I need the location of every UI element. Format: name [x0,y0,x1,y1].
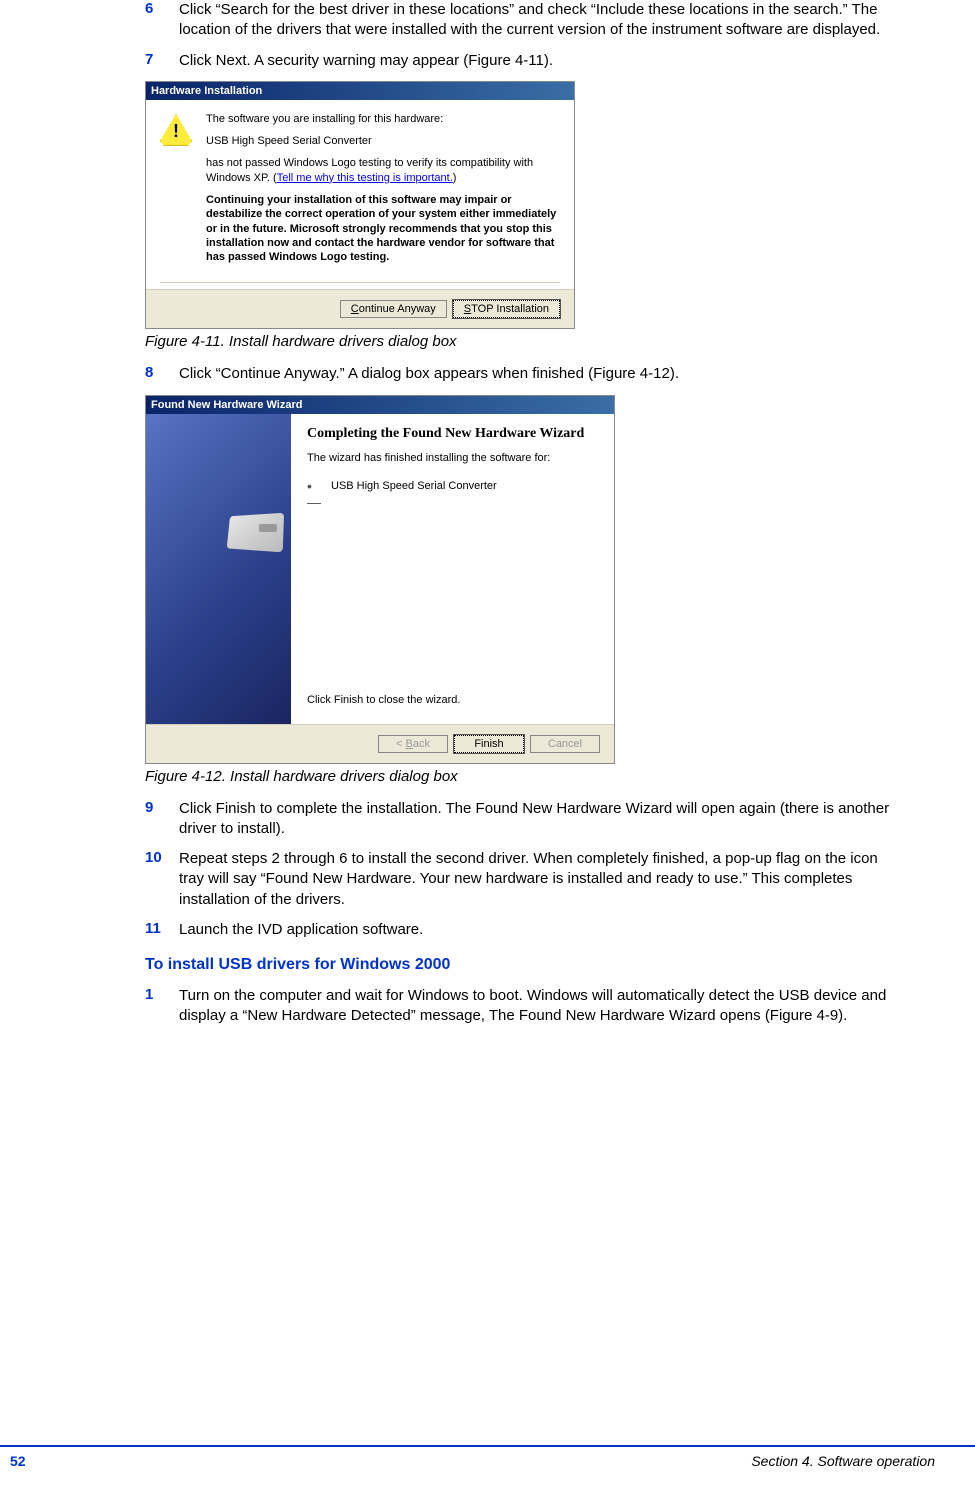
warning-icon [160,114,192,146]
wizard-close-text: Click Finish to close the wizard. [307,694,598,706]
dialog-footer: < Back< Back Finish Cancel [146,724,614,763]
step-text: Turn on the computer and wait for Window… [179,986,895,1027]
figure-4-12: Found New Hardware Wizard Completing the… [145,395,895,764]
dialog-message: The software you are installing for this… [206,112,560,273]
step-number: 11 [145,920,179,937]
dialog-footer: CContinue Anywayontinue Anyway STOP Inst… [146,289,574,328]
page-footer: 52 Section 4. Software operation [0,1445,975,1469]
wizard-sidebar-graphic [146,414,291,724]
dialog-warning-bold: Continuing your installation of this sof… [206,193,560,264]
dialog-line-1: The software you are installing for this… [206,112,560,126]
dialog-body: The software you are installing for this… [146,100,574,290]
step-text: Click Next. A security warning may appea… [179,51,895,71]
dialog-device: USB High Speed Serial Converter [206,134,560,148]
step-7: 7 Click Next. A security warning may app… [145,51,895,71]
hardware-installation-dialog: Hardware Installation The software you a… [145,81,575,330]
step-text: Click “Search for the best driver in the… [179,0,895,41]
section-heading-win2000: To install USB drivers for Windows 2000 [145,956,895,974]
step-number: 8 [145,364,179,381]
step-9: 9 Click Finish to complete the installat… [145,799,895,840]
wizard-subtext: The wizard has finished installing the s… [307,452,598,464]
dialog-title: Found New Hardware Wizard [146,396,614,414]
step-6: 6 Click “Search for the best driver in t… [145,0,895,41]
page-number: 52 [10,1453,26,1469]
back-button: < Back< Back [378,735,448,753]
dialog-line-2: has not passed Windows Logo testing to v… [206,156,560,185]
found-new-hardware-dialog: Found New Hardware Wizard Completing the… [145,395,615,764]
continue-anyway-button[interactable]: CContinue Anywayontinue Anyway [340,300,447,318]
dialog-title: Hardware Installation [146,82,574,100]
step-text: Click “Continue Anyway.” A dialog box ap… [179,364,895,384]
section-label: Section 4. Software operation [751,1453,935,1469]
step-number: 1 [145,986,179,1003]
figure-4-11: Hardware Installation The software you a… [145,81,895,330]
step-11: 11 Launch the IVD application software. [145,920,895,940]
step-number: 9 [145,799,179,816]
finish-button[interactable]: Finish [454,735,524,753]
step-8: 8 Click “Continue Anyway.” A dialog box … [145,364,895,384]
cancel-button: Cancel [530,735,600,753]
figure-4-12-caption: Figure 4-12. Install hardware drivers di… [145,768,895,785]
usb-icon [307,478,323,494]
stop-installation-button[interactable]: STOP InstallationSTOP Installation [453,300,560,318]
why-testing-link[interactable]: Tell me why this testing is important. [277,172,453,184]
step-text: Repeat steps 2 through 6 to install the … [179,849,895,910]
wizard-heading: Completing the Found New Hardware Wizard [307,426,598,442]
step-number: 10 [145,849,179,866]
wizard-device-row: USB High Speed Serial Converter [307,478,598,494]
figure-4-11-caption: Figure 4-11. Install hardware drivers di… [145,333,895,350]
separator [160,282,560,283]
wizard-device-name: USB High Speed Serial Converter [331,480,497,492]
wizard-content: Completing the Found New Hardware Wizard… [291,414,614,724]
dialog-body: Completing the Found New Hardware Wizard… [146,414,614,724]
step-text: Click Finish to complete the installatio… [179,799,895,840]
step-number: 7 [145,51,179,68]
step-number: 6 [145,0,179,17]
step-text: Launch the IVD application software. [179,920,895,940]
step-10: 10 Repeat steps 2 through 6 to install t… [145,849,895,910]
step-1: 1 Turn on the computer and wait for Wind… [145,986,895,1027]
